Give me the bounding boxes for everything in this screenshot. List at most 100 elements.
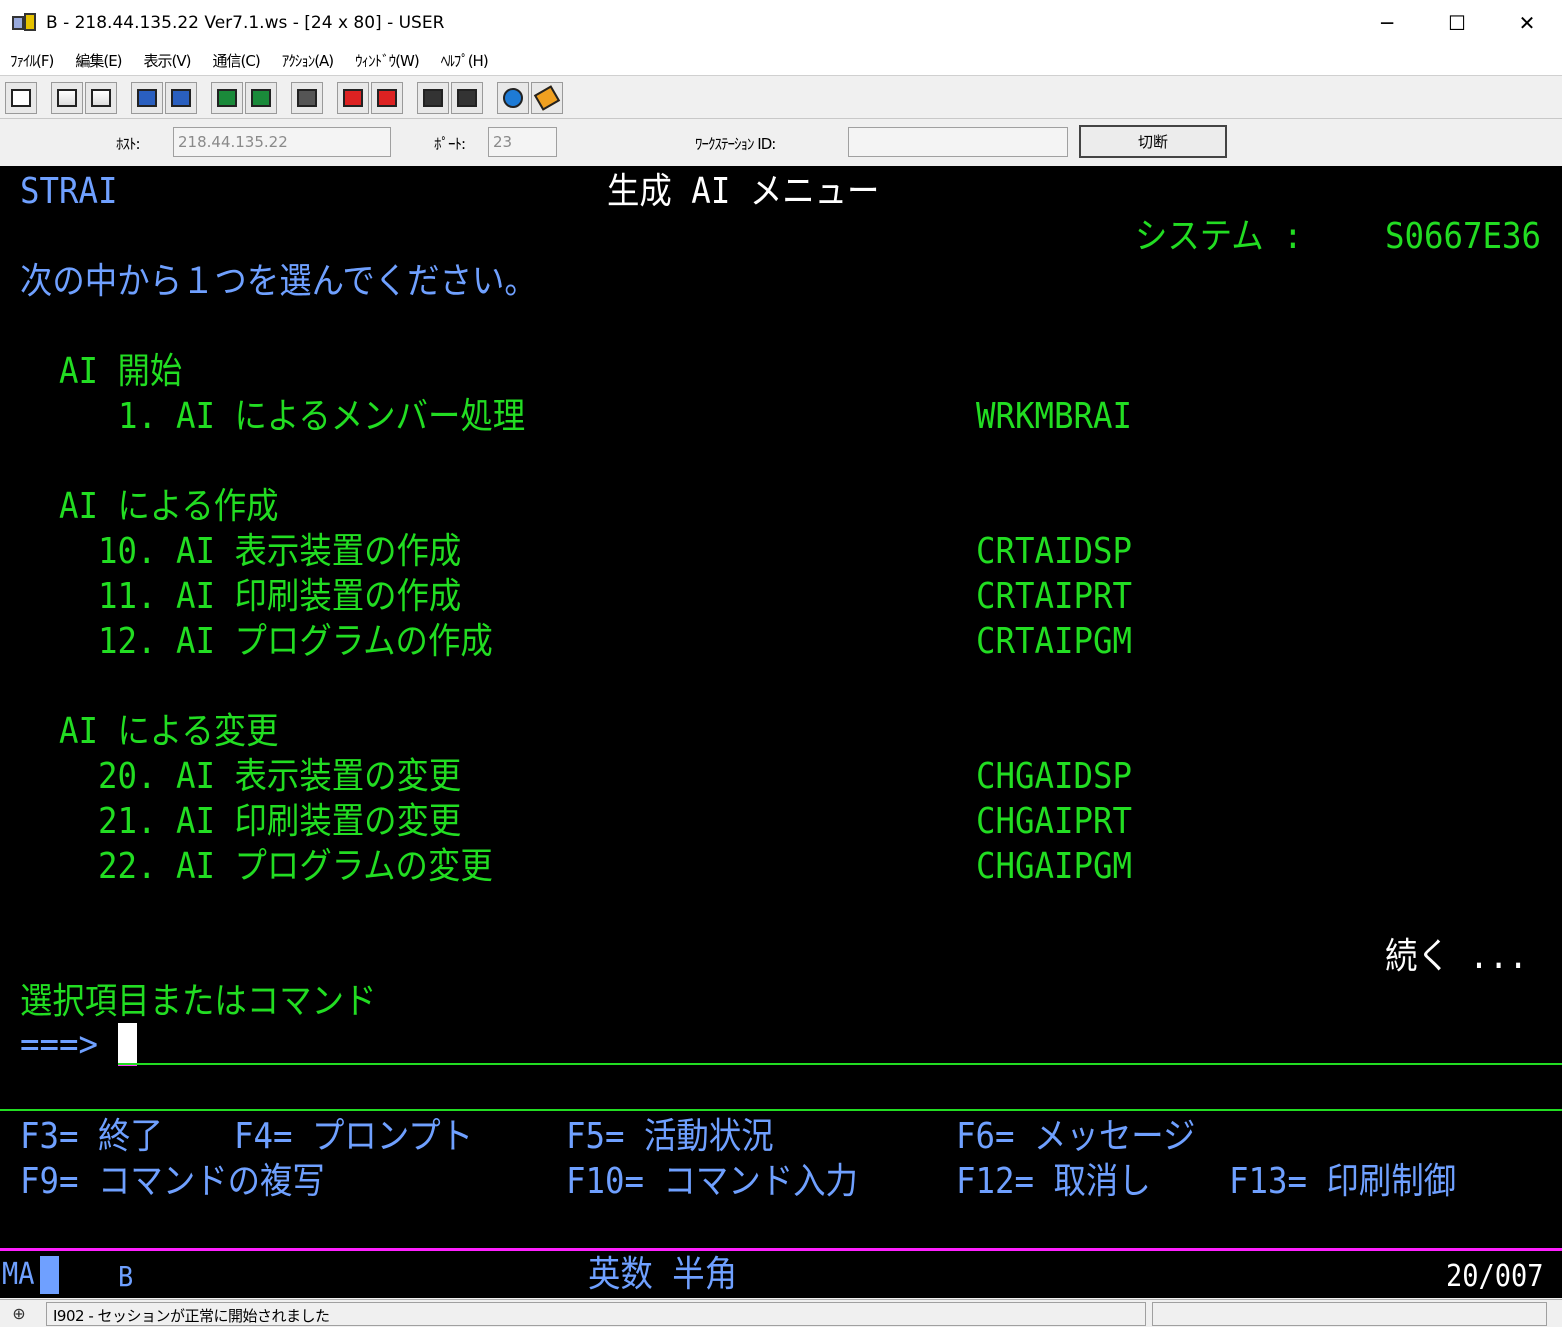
send-icon — [137, 88, 157, 107]
section-heading: AI 開始 — [59, 351, 183, 392]
copy-icon — [57, 88, 77, 107]
option-number: 20. — [98, 756, 157, 797]
instruction-text: 次の中から１つを選んでください。 — [20, 261, 537, 302]
option-label: AI 表示装置の作成 — [176, 531, 462, 572]
menu-view[interactable]: 表示(V) — [144, 50, 192, 71]
option-command: CHGAIPGM — [976, 846, 1133, 887]
terminal-screen[interactable]: STRAI 生成 AI メニュー システム : S0667E36 次の中から１つ… — [0, 166, 1562, 1298]
close-button[interactable]: ✕ — [1492, 0, 1562, 46]
disconnect-button[interactable]: 切断 — [1079, 125, 1227, 158]
stop-icon — [377, 88, 397, 107]
fkey-f9[interactable]: F9= コマンドの複写 — [20, 1162, 325, 1202]
workstation-id-label: ﾜｰｸｽﾃｰｼｮﾝ ID: — [695, 135, 776, 153]
option-label: AI 表示装置の変更 — [176, 756, 462, 797]
macro-edit-button[interactable] — [451, 81, 483, 114]
system-name: S0667E36 — [1385, 216, 1542, 257]
oia-session: B — [118, 1260, 134, 1293]
status-panel — [1152, 1301, 1547, 1326]
maximize-button[interactable]: ☐ — [1422, 0, 1492, 46]
toolbar — [0, 77, 1562, 119]
menu-communication[interactable]: 通信(C) — [213, 50, 261, 71]
fkey-f5[interactable]: F5= 活動状況 — [566, 1117, 774, 1157]
option-label: AI 印刷装置の作成 — [176, 576, 462, 617]
oia-cursor-position: 20/007 — [1446, 1259, 1544, 1294]
option-command: CRTAIPRT — [976, 576, 1133, 617]
menu-bar: ﾌｧｲﾙ(F) 編集(E) 表示(V) 通信(C) ｱｸｼｮﾝ(A) ｳｨﾝﾄﾞ… — [0, 46, 1562, 76]
port-label: ﾎﾟｰﾄ: — [434, 135, 466, 153]
fkey-f3[interactable]: F3= 終了 — [20, 1117, 163, 1157]
tag-button[interactable] — [531, 81, 563, 114]
fkey-f13[interactable]: F13= 印刷制御 — [1229, 1162, 1456, 1202]
menu-edit[interactable]: 編集(E) — [75, 50, 122, 71]
title-bar: B - 218.44.135.22 Ver7.1.ws - [24 x 80] … — [0, 0, 1562, 46]
menu-help[interactable]: ﾍﾙﾌﾟ(H) — [441, 50, 489, 71]
paste-icon — [91, 88, 111, 107]
app-icon — [12, 13, 38, 33]
screen-setup-button[interactable] — [245, 81, 277, 114]
system-label: システム : — [1135, 216, 1303, 257]
text-cursor — [118, 1023, 137, 1063]
keyboard-icon — [297, 88, 317, 107]
paste-button[interactable] — [85, 81, 117, 114]
option-command: CHGAIDSP — [976, 756, 1133, 797]
globe-icon — [503, 87, 523, 108]
window-title: B - 218.44.135.22 Ver7.1.ws - [24 x 80] … — [46, 13, 445, 33]
option-number: 1. — [118, 396, 158, 437]
workstation-id-field[interactable] — [848, 127, 1068, 157]
port-field[interactable]: 23 — [488, 127, 557, 157]
option-command: CHGAIPRT — [976, 801, 1133, 842]
display-settings-button[interactable] — [211, 81, 243, 114]
send-button[interactable] — [131, 81, 163, 114]
option-number: 21. — [98, 801, 157, 842]
option-label: AI 印刷装置の変更 — [176, 801, 462, 842]
section-heading: AI による変更 — [59, 711, 279, 752]
option-label: AI プログラムの作成 — [176, 621, 493, 662]
print-screen-button[interactable] — [5, 81, 37, 114]
option-command: WRKMBRAI — [976, 396, 1133, 437]
window-controls: ─ ☐ ✕ — [1352, 0, 1562, 46]
macro-stop-button[interactable] — [371, 81, 403, 114]
copy-button[interactable] — [51, 81, 83, 114]
record-icon — [343, 88, 363, 107]
fkey-separator — [0, 1109, 1562, 1111]
option-number: 11. — [98, 576, 157, 617]
print-screen-icon — [11, 88, 31, 107]
minimize-button[interactable]: ─ — [1352, 0, 1422, 46]
option-number: 10. — [98, 531, 157, 572]
command-prompt: ===> — [20, 1024, 99, 1065]
option-command: CRTAIDSP — [976, 531, 1133, 572]
status-message: I902 - セッションが正常に開始されました — [46, 1301, 1146, 1326]
option-number: 22. — [98, 846, 157, 887]
film-icon — [457, 88, 477, 107]
receive-icon — [171, 88, 191, 107]
fkey-f4[interactable]: F4= プロンプト — [234, 1117, 473, 1157]
option-label: AI によるメンバー処理 — [176, 396, 526, 437]
oia-input-mode: 英数 半角 — [588, 1254, 738, 1295]
monitor-icon — [217, 88, 237, 107]
status-bar: ⊕ I902 - セッションが正常に開始されました — [0, 1299, 1562, 1327]
macro-play-button[interactable] — [417, 81, 449, 114]
tag-icon — [533, 84, 561, 111]
fkey-f10[interactable]: F10= コマンド入力 — [566, 1162, 858, 1202]
receive-button[interactable] — [165, 81, 197, 114]
option-command: CRTAIPGM — [976, 621, 1133, 662]
menu-window[interactable]: ｳｨﾝﾄﾞｳ(W) — [355, 50, 420, 71]
fkey-f6[interactable]: F6= メッセージ — [956, 1117, 1195, 1157]
keyboard-button[interactable] — [291, 81, 323, 114]
host-label: ﾎｽﾄ: — [116, 135, 141, 153]
host-field[interactable]: 218.44.135.22 — [173, 127, 391, 157]
macro-record-button[interactable] — [337, 81, 369, 114]
menu-action[interactable]: ｱｸｼｮﾝ(A) — [282, 50, 334, 71]
command-input[interactable] — [118, 1063, 1562, 1065]
menu-id: STRAI — [20, 171, 118, 212]
connection-bar: ﾎｽﾄ: 218.44.135.22 ﾎﾟｰﾄ: 23 ﾜｰｸｽﾃｰｼｮﾝ ID… — [0, 120, 1562, 164]
play-icon — [423, 88, 443, 107]
screen-icon — [251, 88, 271, 107]
option-label: AI プログラムの変更 — [176, 846, 493, 887]
web-button[interactable] — [497, 81, 529, 114]
command-label: 選択項目またはコマンド — [20, 981, 377, 1022]
fkey-f12[interactable]: F12= 取消し — [956, 1162, 1151, 1202]
session-status-icon: ⊕ — [12, 1304, 26, 1323]
option-number: 12. — [98, 621, 157, 662]
menu-file[interactable]: ﾌｧｲﾙ(F) — [10, 50, 54, 71]
